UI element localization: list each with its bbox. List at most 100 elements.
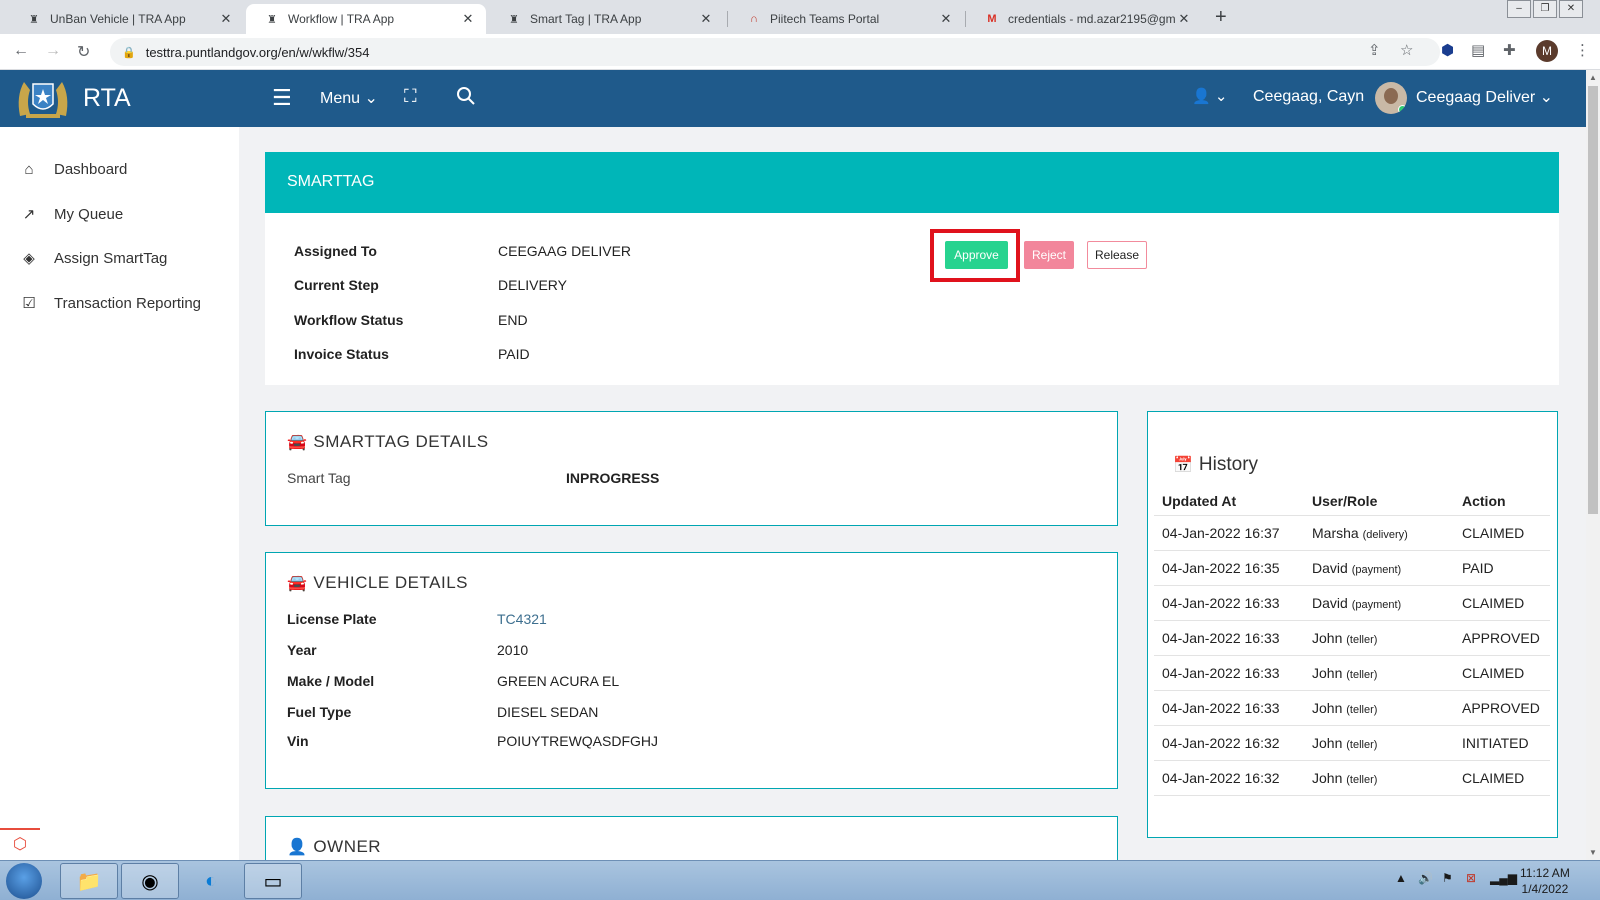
browser-tab-strip: ♜ UnBan Vehicle | TRA App ✕ ♜ Workflow |… [0,0,1600,34]
puzzle-icon[interactable]: ✚ [1503,41,1516,59]
browser-tab[interactable]: ♜ UnBan Vehicle | TRA App ✕ [8,4,244,34]
laravel-icon[interactable]: ⬡ [0,828,40,860]
line-chart-icon: ↗ [22,206,36,223]
star-icon[interactable]: ☆ [1400,41,1413,59]
field-value: PAID [498,346,530,362]
table-row: 04-Jan-2022 16:37 Marsha (delivery) CLAI… [1154,514,1550,550]
cell-user-role: Marsha (delivery) [1304,514,1454,550]
back-arrow-icon[interactable]: ← [13,42,29,60]
close-icon[interactable]: ✕ [698,11,714,27]
table-row: 04-Jan-2022 16:32 John (teller) INITIATE… [1154,724,1550,760]
browser-tab[interactable]: M credentials - md.azar2195@gmail ✕ [966,4,1202,34]
network-icon[interactable]: ⊠ [1466,871,1476,885]
chevron-down-icon: ⌄ [1214,88,1228,105]
user-menu[interactable]: Ceegaag Deliver ⌄ [1416,87,1553,107]
cell-updated-at: 04-Jan-2022 16:35 [1154,549,1304,585]
volume-icon[interactable]: 🔊 [1418,871,1433,885]
cell-role: (teller) [1346,703,1378,716]
license-plate-link[interactable]: TC4321 [497,611,547,627]
extension-shield-icon[interactable]: ⬢ [1441,41,1454,59]
card-title: SMARTTAG [287,173,375,190]
home-icon: ⌂ [24,161,34,178]
user-dropdown[interactable]: 👤 ⌄ [1192,87,1227,105]
table-row: 04-Jan-2022 16:33 David (payment) CLAIME… [1154,584,1550,620]
panel-title-text: SMARTTAG DETAILS [313,432,489,451]
share-icon[interactable]: ⇪ [1368,41,1381,59]
cell-user: David [1312,594,1348,611]
close-window-icon[interactable]: ✕ [1559,0,1583,18]
show-hidden-icons-icon[interactable]: ▲ [1395,871,1407,885]
cell-updated-at: 04-Jan-2022 16:33 [1154,584,1304,620]
close-icon[interactable]: ✕ [1176,11,1192,27]
field-label: Fuel Type [287,704,352,720]
clipboard-icon[interactable]: ▤ [1471,41,1485,59]
cell-role: (teller) [1346,668,1378,681]
release-button[interactable]: Release [1087,241,1147,269]
chrome-icon[interactable]: ◉ [121,863,179,899]
chevron-down-icon: ⌄ [364,90,378,107]
minimize-icon[interactable]: – [1507,0,1531,18]
browser-tab[interactable]: ∩ Piitech Teams Portal ✕ [728,4,964,34]
menu-label: Menu [320,90,361,107]
notepad-icon[interactable]: ▭ [244,863,302,899]
fullscreen-icon[interactable]: ⛶ [404,86,417,107]
signal-icon[interactable]: ▂▄▆ [1490,871,1517,885]
close-icon[interactable]: ✕ [460,11,476,27]
cell-user: John [1312,734,1343,751]
cell-role: (payment) [1351,563,1402,576]
sidebar-item-transaction-reporting[interactable]: ☑ Transaction Reporting [20,294,201,313]
url-text: testtra.puntlandgov.org/en/w/wkflw/354 [145,44,370,60]
scroll-up-icon[interactable]: ▲ [1589,73,1597,82]
sidebar-item-assign-smarttag[interactable]: ◈ Assign SmartTag [20,249,168,268]
page-scrollbar[interactable]: ▲ ▼ [1586,70,1600,860]
table-row: 04-Jan-2022 16:33 John (teller) CLAIMED [1154,654,1550,690]
cell-updated-at: 04-Jan-2022 16:32 [1154,724,1304,760]
windows-start-button[interactable] [6,863,42,899]
field-value: END [498,312,528,328]
scrollbar-thumb[interactable] [1588,86,1598,514]
menu-dropdown[interactable]: Menu ⌄ [320,88,378,108]
browser-tab[interactable]: ♜ Smart Tag | TRA App ✕ [488,4,724,34]
scroll-down-icon[interactable]: ▼ [1589,848,1597,857]
sidebar-item-my-queue[interactable]: ↗ My Queue [20,205,124,224]
cell-role: (teller) [1346,773,1378,786]
window-controls: – ❐ ✕ [1505,0,1583,18]
field-value: 2010 [497,642,529,658]
field-value: POIUYTREWQASDFGHJ [497,733,659,749]
user-name: Ceegaag Deliver [1416,89,1536,106]
address-bar[interactable]: 🔒 testtra.puntlandgov.org/en/w/wkflw/354 [110,38,1440,66]
approve-button[interactable]: Approve [945,241,1008,269]
cell-action: APPROVED [1454,689,1550,725]
cell-user-role: John (teller) [1304,654,1454,690]
restore-icon[interactable]: ❐ [1533,0,1557,18]
forward-arrow-icon[interactable]: → [45,42,61,60]
panel-title: 📅 History [1173,454,1258,476]
field-label: Current Step [294,277,379,293]
reload-icon[interactable]: ↻ [77,42,90,62]
table-row: 04-Jan-2022 16:33 John (teller) APPROVED [1154,689,1550,725]
sidebar-item-label: Assign SmartTag [54,249,168,267]
reject-button[interactable]: Reject [1024,241,1074,269]
browser-tab-active[interactable]: ♜ Workflow | TRA App ✕ [246,4,486,34]
profile-avatar[interactable]: M [1536,40,1558,62]
clock-date: 1/4/2022 [1521,882,1569,896]
new-tab-icon[interactable]: + [1215,6,1227,29]
chevron-down-icon: ⌄ [1539,89,1554,106]
cell-user-role: John (teller) [1304,724,1454,760]
system-clock[interactable]: 11:12 AM 1/4/2022 [1520,865,1570,897]
sidebar-item-dashboard[interactable]: ⌂ Dashboard [20,161,127,178]
file-explorer-icon[interactable]: 📁 [60,863,118,899]
hamburger-menu-icon[interactable]: ☰ [272,85,292,111]
kebab-menu-icon[interactable]: ⋮ [1575,41,1590,59]
action-center-icon[interactable]: ⚑ [1442,871,1453,885]
sidebar-item-label: My Queue [54,205,124,223]
cell-updated-at: 04-Jan-2022 16:37 [1154,514,1304,550]
field-label: Vin [287,733,309,749]
avatar[interactable] [1375,82,1407,114]
close-icon[interactable]: ✕ [938,11,954,27]
brand-title: RTA [83,84,131,112]
edge-icon[interactable]: ◐ [182,863,240,899]
close-icon[interactable]: ✕ [218,11,234,27]
search-icon[interactable] [456,86,476,106]
location-label[interactable]: Ceegaag, Cayn [1253,88,1364,106]
